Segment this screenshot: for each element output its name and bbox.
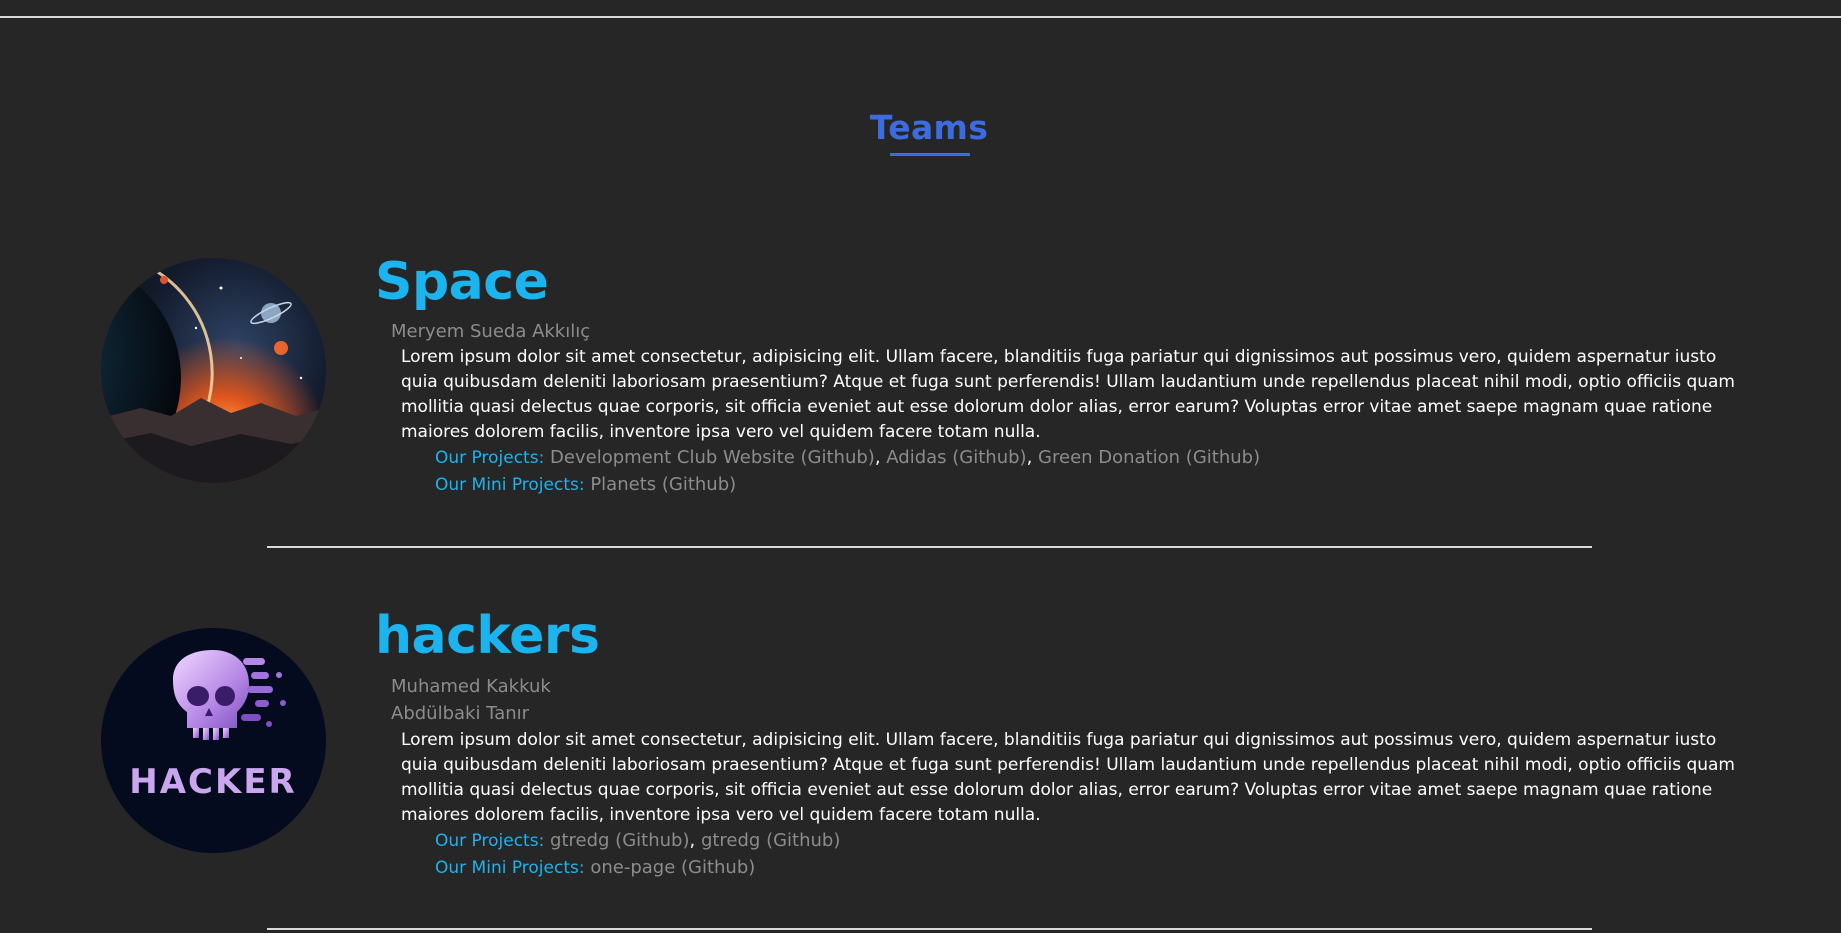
team-member: Meryem Sueda Akkılıç bbox=[391, 321, 591, 342]
projects-row: Our Projects: gtredg (Github), gtredg (G… bbox=[435, 830, 841, 851]
mini-project-link[interactable]: Planets (Github) bbox=[590, 474, 736, 495]
mini-projects-label: Our Mini Projects: bbox=[435, 475, 585, 495]
team-name: hackers bbox=[375, 606, 600, 666]
team-description: Lorem ipsum dolor sit amet consectetur, … bbox=[401, 730, 1735, 825]
hacker-skull-logo: HACKER bbox=[101, 628, 326, 853]
team-member: Muhamed Kakkuk bbox=[391, 676, 551, 697]
team-divider bbox=[267, 546, 1592, 548]
mini-projects-label: Our Mini Projects: bbox=[435, 858, 585, 878]
projects-label: Our Projects: bbox=[435, 448, 545, 468]
team-name: Space bbox=[375, 252, 549, 312]
mini-project-link[interactable]: one-page (Github) bbox=[590, 857, 755, 878]
project-link[interactable]: Green Donation (Github) bbox=[1038, 447, 1260, 468]
project-link[interactable]: gtredg (Github) bbox=[550, 830, 689, 851]
projects-row: Our Projects: Development Club Website (… bbox=[435, 447, 1261, 468]
mini-projects-row: Our Mini Projects: Planets (Github) bbox=[435, 474, 736, 495]
project-link[interactable]: gtredg (Github) bbox=[701, 830, 840, 851]
space-planet-image bbox=[101, 258, 326, 483]
team-member: Abdülbaki Tanır bbox=[391, 703, 530, 724]
team-description: Lorem ipsum dolor sit amet consectetur, … bbox=[401, 347, 1735, 442]
svg-text:HACKER: HACKER bbox=[129, 762, 296, 802]
project-link[interactable]: Adidas (Github) bbox=[886, 447, 1026, 468]
project-link[interactable]: Development Club Website (Github) bbox=[550, 447, 875, 468]
mini-projects-row: Our Mini Projects: one-page (Github) bbox=[435, 857, 755, 878]
top-divider bbox=[0, 16, 1841, 18]
projects-label: Our Projects: bbox=[435, 831, 545, 851]
section-title-underline bbox=[890, 153, 970, 156]
team-divider bbox=[267, 928, 1592, 930]
section-title: Teams bbox=[869, 108, 989, 147]
